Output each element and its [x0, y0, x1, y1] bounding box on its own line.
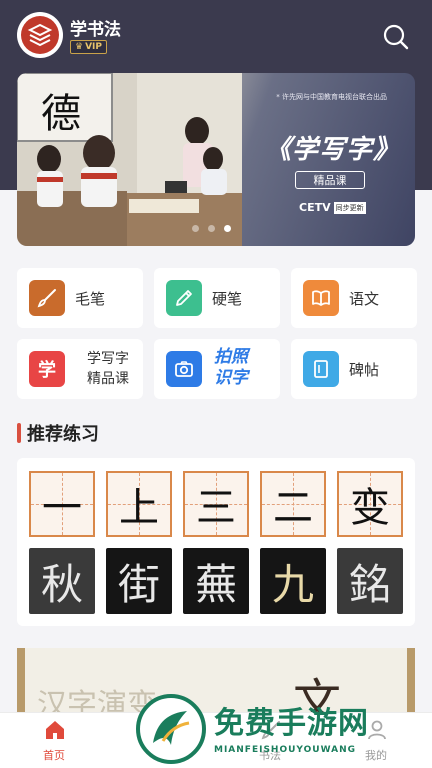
- category-label: 学写字 精品课: [87, 351, 129, 387]
- cetv-logo: CETV 同步更新: [299, 201, 366, 214]
- pen-icon: [166, 280, 202, 316]
- category-tablet[interactable]: 碑帖: [291, 339, 417, 399]
- practice-panel: 一 上 三 二 变 秋 街 蕪 九 銘: [17, 458, 415, 626]
- tablet-icon: [303, 351, 339, 387]
- vip-label: VIP: [85, 41, 102, 52]
- practice-rubbing-char[interactable]: 街: [106, 548, 172, 614]
- search-button[interactable]: [382, 23, 410, 51]
- category-course[interactable]: 学 学写字 精品课: [17, 339, 143, 399]
- crown-icon: ♛: [75, 41, 84, 52]
- site-watermark: 免费手游网 MIANFEISHOUYOUWANG: [136, 694, 420, 768]
- section-title: 推荐练习: [27, 424, 99, 445]
- category-label: 硬笔: [212, 289, 243, 308]
- category-photo-recognize[interactable]: 拍照 识字: [154, 339, 280, 399]
- carousel-dots: [192, 225, 231, 232]
- category-pen[interactable]: 硬笔: [154, 268, 280, 328]
- section-header: 推荐练习: [17, 421, 99, 445]
- brush-icon: [29, 280, 65, 316]
- category-label: 拍照 识字: [214, 347, 248, 388]
- cetv-tag: 同步更新: [333, 201, 366, 214]
- app-title: 学书法: [70, 20, 121, 40]
- practice-rubbing-char[interactable]: 銘: [337, 548, 403, 614]
- xue-char-icon: 学: [29, 351, 65, 387]
- practice-grid-char[interactable]: 上: [106, 471, 172, 537]
- practice-grid-char[interactable]: 变: [337, 471, 403, 537]
- top-bar: 学书法 ♛ VIP: [0, 0, 432, 72]
- board-char: 德: [41, 91, 81, 137]
- promo-banner[interactable]: 德 * 许先网与中国教育电视台联合出品 《学写字》 精品课 CETV 同步更新: [17, 73, 415, 246]
- book-stack-icon: [27, 23, 53, 47]
- category-label: 毛笔: [75, 289, 106, 308]
- app-logo: [17, 12, 63, 58]
- practice-rubbing-char[interactable]: 蕪: [183, 548, 249, 614]
- practice-rubbing-char[interactable]: 九: [260, 548, 326, 614]
- watermark-title: 免费手游网: [214, 706, 369, 741]
- carousel-dot[interactable]: [208, 225, 215, 232]
- practice-grid-char[interactable]: 二: [260, 471, 326, 537]
- tab-home[interactable]: 首页: [24, 719, 84, 763]
- banner-note: * 许先网与中国教育电视台联合出品: [276, 93, 387, 101]
- watermark-logo: [136, 694, 206, 764]
- tab-label: 首页: [43, 749, 65, 762]
- carousel-dot[interactable]: [192, 225, 199, 232]
- carousel-dot-active[interactable]: [224, 225, 231, 232]
- classroom-photo: 德: [17, 73, 242, 246]
- category-chinese[interactable]: 语文: [291, 268, 417, 328]
- banner-title: 《学写字》: [265, 135, 401, 165]
- vip-badge[interactable]: ♛ VIP: [70, 40, 107, 54]
- practice-rubbing-char[interactable]: 秋: [29, 548, 95, 614]
- camera-icon: [166, 351, 202, 387]
- banner-subtitle: 精品课: [295, 171, 365, 189]
- category-label: 语文: [349, 289, 380, 308]
- practice-grid-char[interactable]: 一: [29, 471, 95, 537]
- search-icon: [383, 24, 409, 50]
- practice-grid-char[interactable]: 三: [183, 471, 249, 537]
- book-icon: [303, 280, 339, 316]
- home-icon: [46, 721, 64, 739]
- watermark-subtitle: MIANFEISHOUYOUWANG: [214, 745, 356, 755]
- category-brush[interactable]: 毛笔: [17, 268, 143, 328]
- category-label: 碑帖: [349, 360, 380, 379]
- cetv-text: CETV: [299, 201, 331, 214]
- section-accent-bar: [17, 423, 21, 443]
